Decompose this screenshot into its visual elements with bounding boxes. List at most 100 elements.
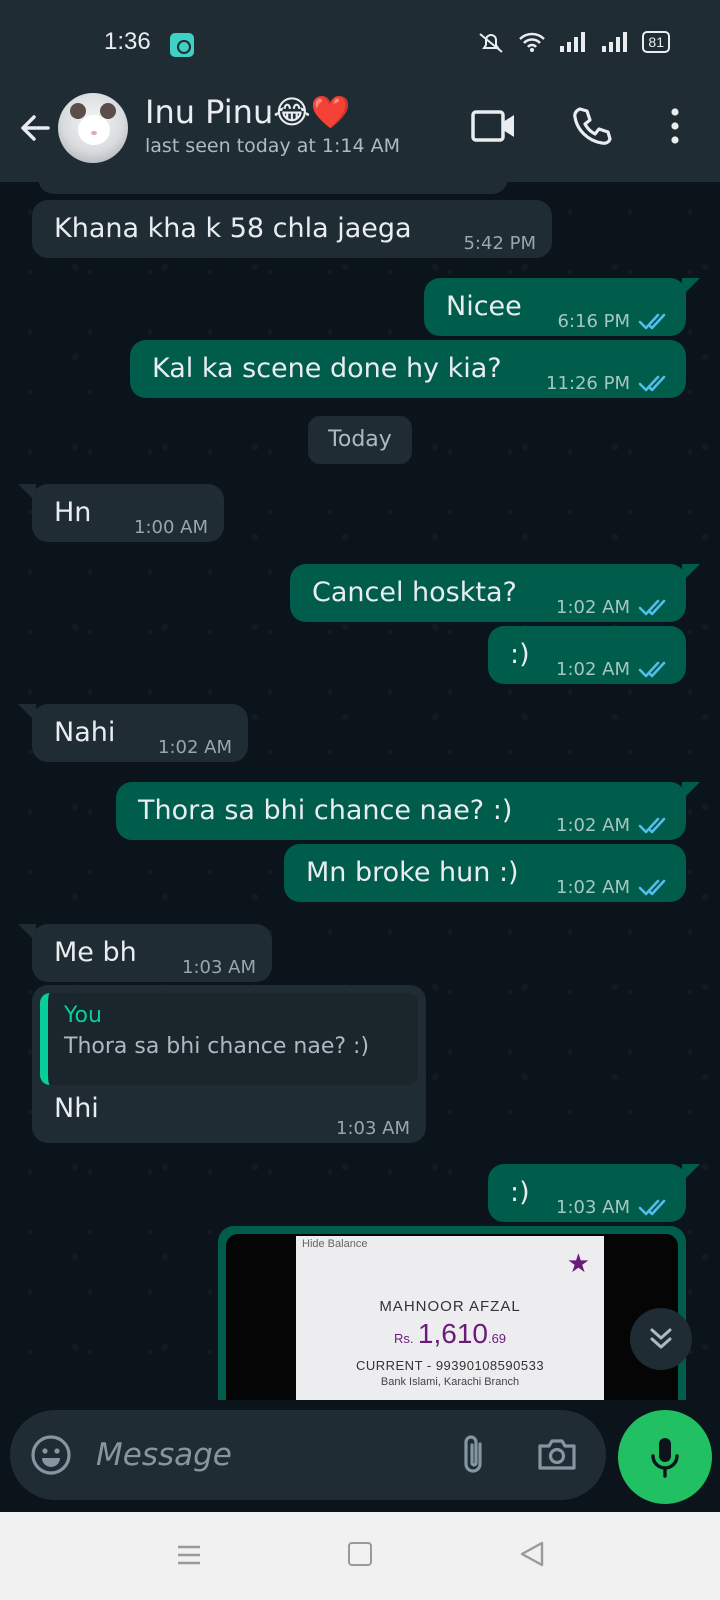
message-text: Thora sa bhi chance nae? :): [138, 795, 513, 826]
message-bubble[interactable]: Me bh 1:03 AM: [18, 924, 272, 982]
scroll-to-bottom-button[interactable]: [630, 1308, 692, 1370]
message-text: Khana kha k 58 chla jaega: [54, 213, 412, 244]
camera-icon[interactable]: [536, 1434, 578, 1474]
message-meta: 1:02 AM: [158, 738, 232, 758]
balance-amount: 1,610: [417, 1318, 488, 1349]
emoji-icon[interactable]: [30, 1434, 72, 1476]
app-notification-icon: [170, 33, 194, 57]
message-bubble[interactable]: Cancel hoskta? 1:02 AM: [290, 564, 700, 622]
message-meta: 1:03 AM: [556, 1198, 670, 1218]
message-meta: 1:03 AM: [182, 958, 256, 978]
message-text: :): [510, 639, 530, 670]
read-ticks-icon: [638, 375, 666, 392]
message-text: Mn broke hun :): [306, 857, 519, 888]
double-chevron-down-icon: [650, 1328, 672, 1349]
message-meta: 11:26 PM: [546, 374, 670, 394]
status-icons: 81: [476, 30, 670, 54]
partial-message: [38, 182, 508, 194]
image-message-bubble[interactable]: Hide Balance ★ MAHNOOR AFZAL Rs. 1,610.6…: [218, 1226, 686, 1400]
quoted-author: You: [64, 1003, 102, 1028]
wifi-icon: [519, 32, 546, 52]
account-name: MAHNOOR AFZAL: [379, 1298, 521, 1315]
message-meta: 1:02 AM: [556, 598, 670, 618]
message-bubble[interactable]: :) 1:03 AM: [488, 1164, 700, 1222]
last-seen-status: last seen today at 1:14 AM: [145, 135, 400, 157]
message-meta: 6:16 PM: [557, 312, 670, 332]
message-text: Cancel hoskta?: [312, 577, 517, 608]
hide-balance-label: Hide Balance: [302, 1238, 368, 1250]
message-time: 1:02 AM: [556, 815, 630, 836]
message-meta: 1:03 AM: [336, 1119, 410, 1139]
message-bubble[interactable]: Hn 1:00 AM: [18, 484, 224, 542]
message-bubble[interactable]: Mn broke hun :) 1:02 AM: [284, 844, 686, 902]
star-icon: ★: [566, 1248, 590, 1278]
message-meta: 1:00 AM: [134, 518, 208, 538]
message-time: 1:03 AM: [336, 1118, 410, 1139]
chat-header: Inu Pinu😂❤️ last seen today at 1:14 AM: [0, 90, 720, 182]
message-text: Hn: [54, 497, 92, 528]
phone-icon[interactable]: [570, 104, 614, 148]
read-ticks-icon: [638, 1199, 666, 1216]
message-bubble[interactable]: Kal ka scene done hy kia? 11:26 PM: [130, 340, 686, 398]
avatar[interactable]: [58, 93, 128, 163]
contact-name[interactable]: Inu Pinu😂❤️: [145, 93, 350, 131]
read-ticks-icon: [638, 879, 666, 896]
image-preview[interactable]: Hide Balance ★ MAHNOOR AFZAL Rs. 1,610.6…: [226, 1234, 678, 1400]
message-time: 1:00 AM: [134, 517, 208, 538]
message-text: Kal ka scene done hy kia?: [152, 353, 502, 384]
account-number: CURRENT - 99390108590533: [355, 1358, 545, 1373]
message-time: 1:02 AM: [556, 597, 630, 618]
account-balance: Rs. 1,610.69: [296, 1318, 604, 1350]
message-time: 1:02 AM: [556, 877, 630, 898]
mute-icon: [479, 33, 504, 53]
reply-message-bubble[interactable]: You Thora sa bhi chance nae? :) Nhi 1:03…: [32, 985, 426, 1143]
recents-menu-icon[interactable]: [176, 1542, 202, 1568]
message-meta: 1:02 AM: [556, 660, 670, 680]
battery-indicator: 81: [642, 31, 670, 53]
status-time: 1:36: [104, 28, 151, 55]
message-time: 1:03 AM: [182, 957, 256, 978]
message-text: Nicee: [446, 291, 522, 322]
attach-icon[interactable]: [456, 1432, 492, 1478]
message-time: 1:02 AM: [158, 737, 232, 758]
message-bubble[interactable]: Khana kha k 58 chla jaega 5:42 PM: [32, 200, 552, 258]
message-text: :): [510, 1177, 530, 1208]
video-call-icon[interactable]: [470, 106, 518, 146]
message-text: Nhi: [54, 1093, 99, 1124]
read-ticks-icon: [638, 313, 666, 330]
read-ticks-icon: [638, 817, 666, 834]
read-ticks-icon: [638, 661, 666, 678]
mic-button[interactable]: [618, 1410, 712, 1504]
quoted-text: Thora sa bhi chance nae? :): [64, 1034, 370, 1059]
message-time: 11:26 PM: [546, 373, 630, 394]
message-meta: 1:02 AM: [556, 816, 670, 836]
quoted-message[interactable]: You Thora sa bhi chance nae? :): [40, 993, 418, 1085]
currency-label: Rs.: [393, 1331, 414, 1346]
message-bubble[interactable]: Thora sa bhi chance nae? :) 1:02 AM: [116, 782, 700, 840]
message-input[interactable]: [96, 1428, 436, 1482]
status-bar: 1:36 81: [0, 0, 720, 90]
message-time: 1:02 AM: [556, 659, 630, 680]
message-time: 5:42 PM: [463, 233, 536, 254]
system-navigation-bar: [0, 1512, 720, 1600]
message-bubble[interactable]: :) 1:02 AM: [488, 626, 686, 684]
home-square-icon[interactable]: [348, 1542, 372, 1566]
back-arrow-icon[interactable]: [14, 106, 58, 150]
message-time: 6:16 PM: [557, 311, 630, 332]
more-vert-icon[interactable]: [660, 104, 690, 148]
signal-icon: [560, 32, 586, 52]
message-bubble[interactable]: Nicee 6:16 PM: [424, 278, 700, 336]
back-triangle-icon[interactable]: [518, 1540, 546, 1568]
bank-balance-card: Hide Balance ★ MAHNOOR AFZAL Rs. 1,610.6…: [296, 1236, 604, 1400]
message-bubble[interactable]: Nahi 1:02 AM: [18, 704, 248, 762]
mic-icon: [651, 1438, 679, 1478]
message-meta: 5:42 PM: [463, 234, 536, 254]
message-text: Me bh: [54, 937, 137, 968]
signal-icon-2: [602, 32, 628, 52]
date-separator: Today: [308, 416, 412, 464]
balance-decimal: .69: [487, 1331, 507, 1346]
chat-area[interactable]: Khana kha k 58 chla jaega 5:42 PM Nicee …: [0, 182, 720, 1400]
read-ticks-icon: [638, 599, 666, 616]
message-time: 1:03 AM: [556, 1197, 630, 1218]
message-text: Nahi: [54, 717, 116, 748]
